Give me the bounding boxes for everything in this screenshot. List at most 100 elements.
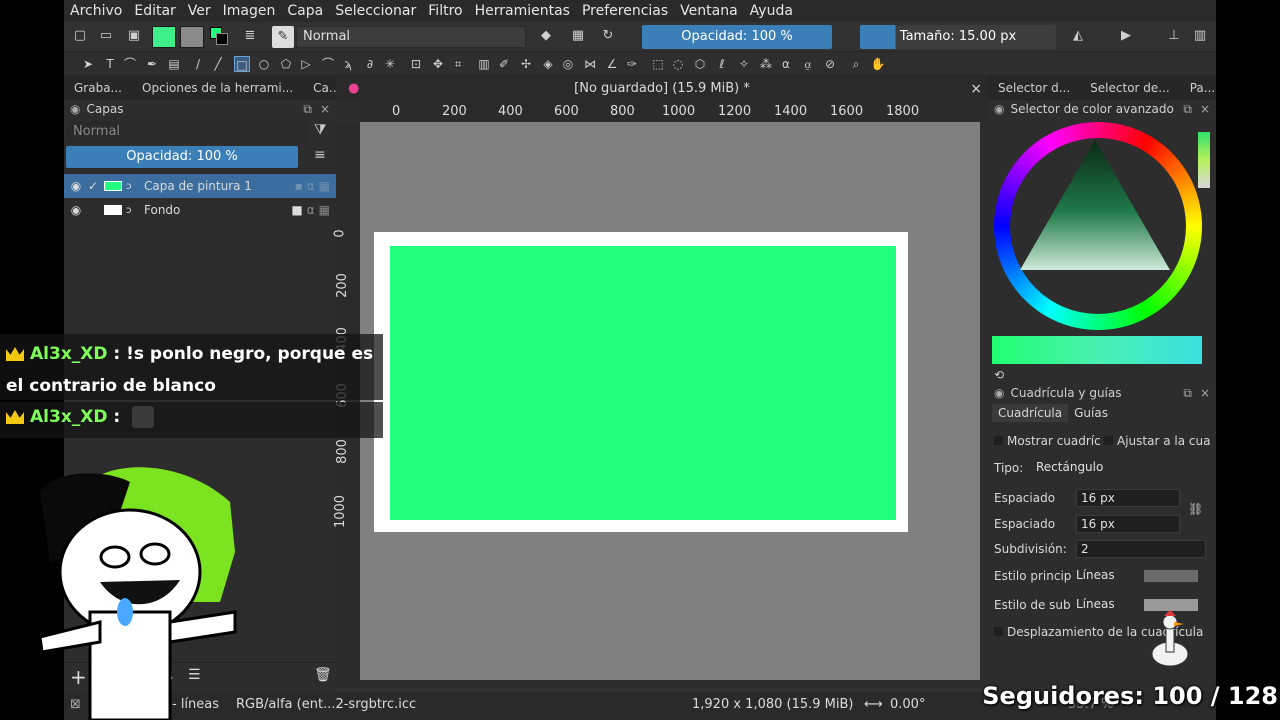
close-icon[interactable]: × bbox=[1200, 386, 1210, 400]
alpha-icon[interactable]: α bbox=[307, 203, 315, 217]
mirror-horizontal-icon[interactable]: ◭ bbox=[1070, 28, 1086, 44]
line-tool-icon[interactable]: ╱ bbox=[210, 56, 226, 72]
freehand-select-icon[interactable]: ℓ bbox=[714, 56, 730, 72]
opacity-slider[interactable]: Opacidad: 100 % bbox=[642, 25, 832, 49]
freehand-path-icon[interactable]: ϡ bbox=[340, 56, 356, 72]
color-picker-icon[interactable]: ✐ bbox=[496, 56, 512, 72]
color-wheel[interactable] bbox=[994, 122, 1202, 330]
tab-tool-options[interactable]: Opciones de la herrami... bbox=[132, 81, 303, 95]
crop-icon[interactable]: ⊥ bbox=[1166, 28, 1182, 44]
main-line-color[interactable] bbox=[1144, 570, 1198, 582]
subdivision-input[interactable]: 2 bbox=[1076, 540, 1206, 558]
menu-editar[interactable]: Editar bbox=[134, 3, 175, 19]
fill-icon[interactable]: ▤ bbox=[166, 56, 182, 72]
shade-selector[interactable] bbox=[992, 336, 1202, 364]
inherit-alpha-icon[interactable]: ▦ bbox=[319, 203, 330, 217]
similar-select-icon[interactable]: ⁂ bbox=[758, 56, 774, 72]
smart-patch-icon[interactable]: ✢ bbox=[518, 56, 534, 72]
fill-bucket-icon[interactable]: ◈ bbox=[540, 56, 556, 72]
gradient-tool-icon[interactable]: ▥ bbox=[476, 56, 492, 72]
layer-name[interactable]: Fondo bbox=[144, 203, 180, 217]
inherit-alpha-icon[interactable]: ▦ bbox=[319, 179, 330, 193]
offset-checkbox[interactable] bbox=[994, 627, 1003, 636]
menu-filtro[interactable]: Filtro bbox=[428, 3, 462, 19]
show-grid-checkbox[interactable] bbox=[994, 436, 1003, 445]
reference-icon[interactable]: ✑ bbox=[624, 56, 640, 72]
transform-icon[interactable]: ⊡ bbox=[408, 56, 424, 72]
menu-herramientas[interactable]: Herramientas bbox=[475, 3, 570, 19]
brush-preset-icon[interactable]: ✎ bbox=[272, 26, 294, 48]
edit-shapes-icon[interactable]: ⌒ bbox=[122, 56, 138, 72]
save-icon[interactable]: ▣ bbox=[126, 28, 142, 44]
ellipse-select-icon[interactable]: ◌ bbox=[670, 56, 686, 72]
blend-mode-select[interactable]: Normal bbox=[296, 26, 526, 48]
alpha-lock-icon[interactable]: ▦ bbox=[570, 28, 586, 44]
reload-preset-icon[interactable]: ↻ bbox=[600, 28, 616, 44]
assistant-tool-icon[interactable]: ⋈ bbox=[582, 56, 598, 72]
alpha-icon[interactable]: α bbox=[307, 179, 315, 193]
bezier-select-icon[interactable]: ⍺ bbox=[778, 56, 794, 72]
canvas-viewport[interactable] bbox=[360, 122, 980, 680]
filter-icon[interactable]: ⧩ bbox=[314, 122, 327, 138]
color-history-bar[interactable] bbox=[1198, 132, 1210, 188]
tab-color-selector-2[interactable]: Selector de... bbox=[1080, 81, 1180, 95]
spacing-x-input[interactable]: 16 px bbox=[1076, 489, 1180, 507]
eraser-icon[interactable]: ◆ bbox=[538, 28, 554, 44]
color-profile-label[interactable]: RGB/alfa (ent...2-srgbtrc.icc bbox=[236, 697, 416, 712]
rectangle-tool-icon[interactable]: □ bbox=[234, 56, 250, 72]
menu-ver[interactable]: Ver bbox=[188, 3, 211, 19]
brush-presets-icon[interactable]: ≣ bbox=[242, 28, 258, 44]
dynamic-brush-icon[interactable]: ∂ bbox=[362, 56, 378, 72]
tab-guides[interactable]: Guías bbox=[1068, 404, 1114, 422]
mirror-vertical-icon[interactable]: ▶ bbox=[1118, 28, 1134, 44]
float-icon[interactable]: ⧉ bbox=[303, 102, 312, 117]
layer-row-background[interactable]: ◉ ↄ Fondo ■ α ▦ bbox=[64, 198, 336, 222]
tab-recorder[interactable]: Graba... bbox=[64, 81, 132, 95]
layer-name[interactable]: Capa de pintura 1 bbox=[144, 179, 252, 193]
rotation-value[interactable]: 0.00° bbox=[890, 697, 925, 712]
zoom-icon[interactable]: ⌕ bbox=[848, 56, 864, 72]
polygon-select-icon[interactable]: ⬡ bbox=[692, 56, 708, 72]
gradient-swatch[interactable] bbox=[152, 26, 176, 48]
rotation-icon[interactable]: ⟷ bbox=[864, 697, 883, 712]
pan-icon[interactable]: ✋ bbox=[870, 56, 886, 72]
measure-icon[interactable]: ∠ bbox=[604, 56, 620, 72]
bezier-tool-icon[interactable]: ⌒ bbox=[320, 56, 336, 72]
tab-palette[interactable]: Pa... bbox=[1180, 81, 1226, 95]
select-pointer-icon[interactable]: ➤ bbox=[80, 56, 96, 72]
magnetic-select-icon[interactable]: ⍶ bbox=[800, 56, 816, 72]
open-folder-icon[interactable]: ▭ bbox=[98, 28, 114, 44]
menu-imagen[interactable]: Imagen bbox=[223, 3, 276, 19]
menu-preferencias[interactable]: Preferencias bbox=[582, 3, 668, 19]
layer-blend-select[interactable]: Normal bbox=[66, 121, 308, 143]
brush-tool-icon[interactable]: / bbox=[190, 56, 206, 72]
move-icon[interactable]: ✥ bbox=[430, 56, 446, 72]
snap-grid-checkbox[interactable] bbox=[1104, 436, 1113, 445]
visibility-eye-icon[interactable]: ◉ bbox=[66, 179, 86, 193]
spacing-y-input[interactable]: 16 px bbox=[1076, 515, 1180, 533]
panels-icon[interactable]: ▥ bbox=[1192, 28, 1208, 44]
background-color-swatch[interactable] bbox=[216, 33, 228, 45]
close-document-icon[interactable]: × bbox=[970, 76, 982, 102]
lock-icon[interactable]: ▪ bbox=[295, 179, 303, 193]
sub-style-select[interactable]: Líneas bbox=[1072, 596, 1136, 614]
lock-icon[interactable]: ■ bbox=[291, 203, 302, 217]
grid-type-select[interactable]: Rectángulo bbox=[1032, 459, 1204, 477]
menu-archivo[interactable]: Archivo bbox=[70, 3, 122, 19]
menu-ayuda[interactable]: Ayuda bbox=[750, 3, 793, 19]
text-tool-icon[interactable]: T bbox=[102, 56, 118, 72]
ellipse-tool-icon[interactable]: ○ bbox=[256, 56, 272, 72]
tab-grid[interactable]: Cuadrícula bbox=[992, 404, 1069, 422]
float-icon[interactable]: ⧉ bbox=[1183, 102, 1192, 117]
link-chain-icon[interactable]: ⛓ bbox=[1188, 502, 1203, 516]
new-document-icon[interactable]: ▢ bbox=[72, 28, 88, 44]
polygon-tool-icon[interactable]: ⬠ bbox=[278, 56, 294, 72]
calligraphy-icon[interactable]: ✒ bbox=[144, 56, 160, 72]
tab-color-selector[interactable]: Selector d... bbox=[988, 81, 1080, 95]
layer-opacity-slider[interactable]: Opacidad: 100 % bbox=[66, 146, 298, 168]
size-slider[interactable]: Tamaño: 15.00 px bbox=[860, 25, 1056, 49]
float-icon[interactable]: ⧉ bbox=[1183, 386, 1192, 401]
close-icon[interactable]: × bbox=[1200, 102, 1210, 116]
menu-capa[interactable]: Capa bbox=[287, 3, 323, 19]
layer-row-paint[interactable]: ◉ ✓ ↄ Capa de pintura 1 ▪ α ▦ bbox=[64, 174, 336, 198]
